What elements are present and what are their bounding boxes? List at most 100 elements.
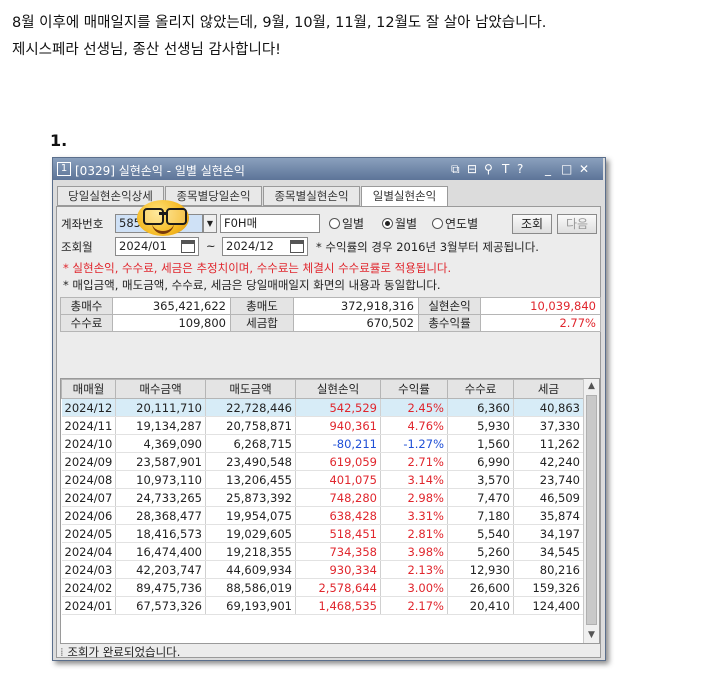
font-size-icon[interactable]: T	[502, 161, 509, 177]
minimize-icon[interactable]: _	[545, 161, 551, 177]
calendar-icon[interactable]	[181, 240, 195, 253]
table-row[interactable]: 2024/07 24,733,265 25,873,392 748,280 2.98% 7…	[61, 488, 584, 507]
table-cell: 4.76%	[380, 416, 448, 435]
date-label: 조회월	[61, 240, 93, 254]
table-cell: 20,758,871	[205, 416, 296, 435]
table-cell: 19,134,287	[115, 416, 206, 435]
table-cell: 401,075	[295, 470, 381, 489]
table-cell: 2024/10	[61, 434, 116, 453]
table-cell: 34,197	[513, 524, 584, 543]
table-row[interactable]: 2024/05 18,416,573 19,029,605 518,451 2.81% 5…	[61, 524, 584, 543]
column-header[interactable]: 수익률	[380, 379, 448, 399]
account-dropdown-icon[interactable]: ▼	[203, 214, 217, 233]
table-cell: 2,578,644	[295, 578, 381, 597]
radio-yearly[interactable]: 연도별	[432, 215, 478, 232]
pin-icon[interactable]: ⚲	[484, 161, 493, 177]
table-cell: 2.98%	[380, 488, 448, 507]
tab-stock-daily[interactable]: 종목별당일손익	[165, 186, 262, 206]
link-icon[interactable]: ⧉	[451, 161, 460, 177]
fee-label: 수수료	[60, 314, 113, 332]
table-cell: 88,586,019	[205, 578, 296, 597]
scroll-down-icon[interactable]: ▼	[584, 628, 599, 643]
table-cell: 46,509	[513, 488, 584, 507]
blog-text-line-1: 8월 이후에 매매일지를 올리지 않았는데, 9월, 10월, 11월, 12월…	[12, 15, 547, 31]
table-cell: 940,361	[295, 416, 381, 435]
table-cell: 11,262	[513, 434, 584, 453]
table-cell: 24,733,265	[115, 488, 206, 507]
table-cell: 2.45%	[380, 398, 448, 417]
copy-window-icon[interactable]: ⊟	[467, 161, 477, 177]
help-icon[interactable]: ?	[517, 161, 523, 177]
total-rate-value: 2.77%	[480, 314, 601, 332]
table-cell: 2.13%	[380, 560, 448, 579]
table-row[interactable]: 2024/08 10,973,110 13,206,455 401,075 3.14% 3…	[61, 470, 584, 489]
table-cell: 638,428	[295, 506, 381, 525]
vertical-scrollbar[interactable]: ▲ ▼	[583, 379, 599, 643]
column-header[interactable]: 실현손익	[295, 379, 381, 399]
calendar-icon[interactable]	[290, 240, 304, 253]
table-row[interactable]: 2024/10 4,369,090 6,268,715 -80,211 -1.27% 1,…	[61, 434, 584, 453]
table-row[interactable]: 2024/11 19,134,287 20,758,871 940,361 4.76% 5…	[61, 416, 584, 435]
query-button[interactable]: 조회	[512, 214, 552, 234]
table-cell: 18,416,573	[115, 524, 206, 543]
table-row[interactable]: 2024/12 20,111,710 22,728,446 542,529 2.45% 6…	[61, 398, 584, 417]
column-header[interactable]: 매매월	[61, 379, 116, 399]
table-cell: 159,326	[513, 578, 584, 597]
table-cell: 19,218,355	[205, 542, 296, 561]
table-cell: 3.31%	[380, 506, 448, 525]
table-row[interactable]: 2024/01 67,573,326 69,193,901 1,468,535 2.17…	[61, 596, 584, 615]
next-button[interactable]: 다음	[557, 214, 597, 234]
table-cell: 6,268,715	[205, 434, 296, 453]
window-titlebar[interactable]: 1 [0329] 실현손익 - 일별 실현손익 ⧉ ⊟ ⚲ T ? _ □ ✕	[53, 158, 603, 180]
tab-daily-realized[interactable]: 일별실현손익	[361, 186, 448, 207]
scroll-up-icon[interactable]: ▲	[584, 379, 599, 394]
table-cell: 23,740	[513, 470, 584, 489]
column-header[interactable]: 수수료	[447, 379, 514, 399]
account-label: 계좌번호	[61, 217, 104, 231]
table-cell: 518,451	[295, 524, 381, 543]
table-row[interactable]: 2024/02 89,475,736 88,586,019 2,578,644 3.00…	[61, 578, 584, 597]
blog-text-line-2: 제시스페라 선생님, 종산 선생님 감사합니다!	[12, 42, 281, 58]
monthly-pnl-table: 매매월 매수금액 매도금액 실현손익 수익률 수수료 세금 2024/12 20,111,71…	[61, 379, 584, 615]
scroll-thumb[interactable]	[586, 395, 597, 625]
close-icon[interactable]: ✕	[579, 161, 589, 177]
table-cell: 2.17%	[380, 596, 448, 615]
tax-value: 670,502	[293, 314, 419, 332]
table-row[interactable]: 2024/09 23,587,901 23,490,548 619,059 2.71% 6…	[61, 452, 584, 471]
table-row[interactable]: 2024/04 16,474,400 19,218,355 734,358 3.98% 5…	[61, 542, 584, 561]
radio-daily[interactable]: 일별	[329, 215, 364, 232]
total-buy-value: 365,421,622	[112, 297, 231, 315]
table-cell: 6,360	[447, 398, 514, 417]
nerd-face-emoji	[137, 200, 189, 236]
column-header[interactable]: 매수금액	[115, 379, 206, 399]
table-cell: 34,545	[513, 542, 584, 561]
column-header[interactable]: 매도금액	[205, 379, 296, 399]
column-header[interactable]: 세금	[513, 379, 584, 399]
yield-notice: * 수익률의 경우 2016년 3월부터 제공됩니다.	[316, 240, 539, 254]
table-cell: 89,475,736	[115, 578, 206, 597]
table-cell: 44,609,934	[205, 560, 296, 579]
status-bar: ⁞ 조회가 완료되었습니다.	[60, 646, 600, 658]
table-cell: 80,216	[513, 560, 584, 579]
table-cell: 67,573,326	[115, 596, 206, 615]
tab-stock-realized[interactable]: 종목별실현손익	[263, 186, 360, 206]
summary-table: 총매수 365,421,622 총매도 372,918,316 실현손익 10,…	[60, 297, 601, 332]
radio-monthly[interactable]: 월별	[382, 215, 417, 232]
table-cell: 2024/07	[61, 488, 116, 507]
table-cell: 5,930	[447, 416, 514, 435]
table-cell: 12,930	[447, 560, 514, 579]
monthly-pnl-grid[interactable]: 매매월 매수금액 매도금액 실현손익 수익률 수수료 세금 2024/12 20,111,71…	[60, 378, 600, 644]
table-cell: 2024/01	[61, 596, 116, 615]
table-cell: 2024/02	[61, 578, 116, 597]
table-row[interactable]: 2024/03 42,203,747 44,609,934 930,334 2.13% 1…	[61, 560, 584, 579]
table-cell: 40,863	[513, 398, 584, 417]
table-cell: 19,029,605	[205, 524, 296, 543]
table-cell: 2024/11	[61, 416, 116, 435]
table-row[interactable]: 2024/06 28,368,477 19,954,075 638,428 3.31% 7…	[61, 506, 584, 525]
table-cell: 6,990	[447, 452, 514, 471]
table-cell: 2024/05	[61, 524, 116, 543]
table-cell: 13,206,455	[205, 470, 296, 489]
maximize-icon[interactable]: □	[561, 161, 572, 177]
table-cell: 2024/04	[61, 542, 116, 561]
table-cell: 35,874	[513, 506, 584, 525]
